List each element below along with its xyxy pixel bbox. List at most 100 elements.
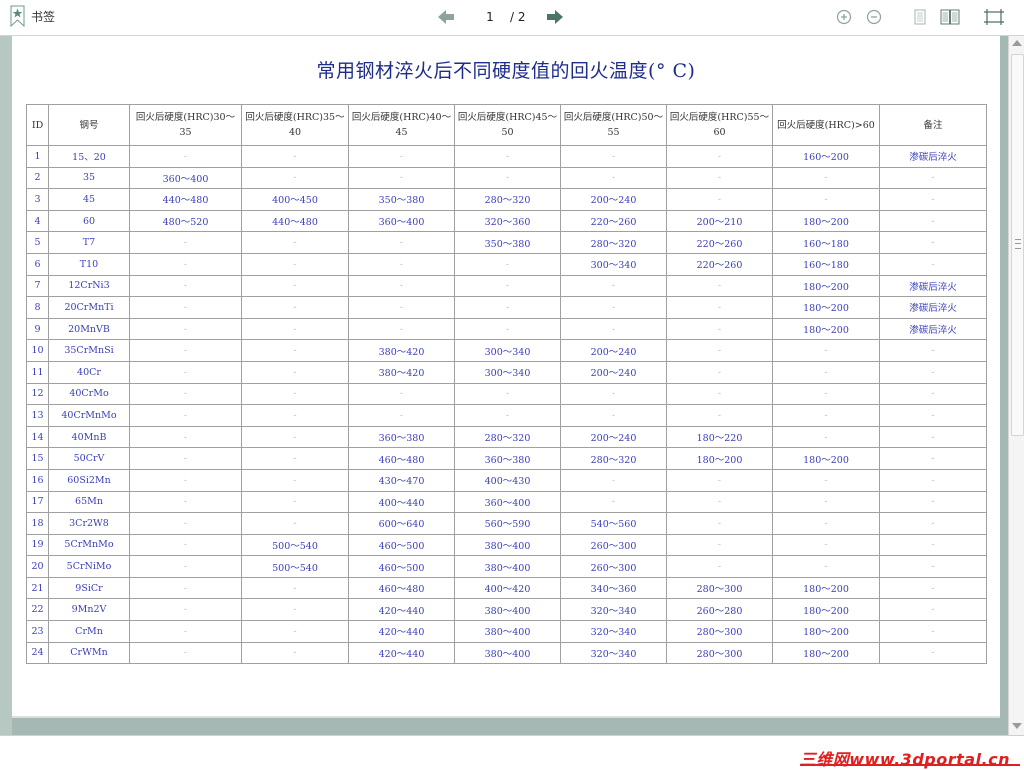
table-cell: 180～200 — [772, 641, 880, 665]
table-cell: - — [666, 360, 773, 384]
table-row: 18 3Cr2W8- -600～640 560～590 540～560- - - — [26, 512, 987, 535]
bookmarks-label[interactable]: 书签 — [31, 8, 55, 25]
table-cell: 420～440 — [348, 620, 455, 643]
table-cell: - — [560, 166, 667, 190]
table-cell: 180～200 — [772, 576, 880, 600]
table-cell: - — [560, 145, 667, 168]
table-cell: 280～320 — [454, 188, 561, 211]
table-cell: - — [129, 404, 242, 427]
table-cell: - — [241, 425, 349, 449]
table-cell: 14 — [26, 425, 49, 449]
table-cell: - — [772, 533, 880, 557]
fit-page-button[interactable] — [982, 8, 1006, 26]
zoom-out-icon — [866, 9, 882, 25]
table-cell: - — [879, 382, 987, 406]
table-cell: - — [241, 360, 349, 384]
table-row: 4 60 480～520 440～480 360～400 320～360 220～260 20… — [26, 209, 987, 233]
scrollbar-thumb[interactable] — [1011, 54, 1024, 436]
table-cell: - — [241, 447, 349, 470]
table-cell: 5CrMnMo — [48, 533, 130, 557]
table-row: 19 5CrMnMo -500～540 460～500 380～400 260～300- -… — [26, 533, 987, 557]
table-cell: - — [241, 598, 349, 622]
document-title: 常用钢材淬火后不同硬度值的回火温度(° C) — [316, 60, 696, 82]
table-cell: 300～340 — [454, 339, 561, 362]
table-cell: 9SiCr — [48, 576, 130, 600]
table-cell: - — [879, 252, 987, 276]
table-cell: - — [348, 317, 455, 341]
table-cell: 300～340 — [454, 360, 561, 384]
table-cell: - — [879, 404, 987, 427]
table-cell: 50CrV — [48, 447, 130, 470]
table-cell: 280～300 — [666, 576, 773, 600]
table-cell: - — [879, 447, 987, 470]
table-cell: - — [454, 252, 561, 276]
table-cell: 320～340 — [560, 598, 667, 622]
table-cell: - — [772, 360, 880, 384]
table-cell: 320～360 — [454, 209, 561, 233]
table-cell: - — [879, 166, 987, 190]
table-cell: 200～240 — [560, 339, 667, 362]
bookmarks-tab[interactable] — [10, 5, 25, 28]
table-cell: 460～480 — [348, 447, 455, 470]
table-row: 21 9SiCr - -460～480 400～420 340～360 280～300 180… — [26, 576, 987, 600]
table-cell: - — [560, 490, 667, 514]
table-cell: 430～470 — [348, 468, 455, 492]
table-cell: - — [879, 490, 987, 514]
previous-page-button[interactable] — [436, 8, 456, 26]
page-number-input[interactable]: 1 — [474, 10, 506, 26]
table-cell: - — [879, 209, 987, 233]
table-cell: 35 — [48, 166, 130, 190]
page-edge — [12, 716, 1000, 718]
tempering-temperature-table: ID 钢号 回火后硬度(HRC)30～35 回火后硬度(HRC)35～40 回火后硬度(… — [26, 104, 987, 665]
table-cell: 460～480 — [348, 576, 455, 600]
scroll-down-icon[interactable] — [1012, 723, 1022, 729]
table-cell: - — [879, 339, 987, 362]
table-cell: - — [454, 382, 561, 406]
table-cell: - — [454, 404, 561, 427]
table-row: 14 40MnB - -360～380 280～320 200～240 180～220- - — [26, 425, 987, 449]
table-cell: 12CrNi3 — [48, 274, 130, 298]
table-cell: - — [454, 317, 561, 341]
table-cell: CrWMn — [48, 641, 130, 665]
table-cell: - — [129, 231, 242, 254]
table-row: 3 45 440～480 400～450 350～380 280～320 200～240- -… — [26, 188, 987, 211]
table-cell: 260～280 — [666, 598, 773, 622]
table-cell: - — [879, 620, 987, 643]
table-cell: 180～220 — [666, 425, 773, 449]
watermark-underline — [800, 764, 1020, 766]
column-header: 备注 — [879, 104, 987, 146]
bookmark-icon — [10, 5, 25, 28]
table-cell: CrMn — [48, 620, 130, 643]
table-cell: - — [666, 512, 773, 535]
table-row: 11 40Cr - -380～420 300～340 200～240- - - — [26, 360, 987, 384]
two-page-view-button[interactable] — [939, 8, 961, 26]
table-cell: - — [666, 145, 773, 168]
next-page-button[interactable] — [545, 8, 565, 26]
table-cell: - — [772, 555, 880, 578]
table-cell: 220～260 — [560, 209, 667, 233]
zoom-in-button[interactable] — [834, 8, 854, 26]
table-row: 7 12CrNi3- - - - - -180～200 渗碳后淬火 — [26, 274, 987, 298]
table-cell: 180～200 — [772, 447, 880, 470]
zoom-out-button[interactable] — [864, 8, 884, 26]
table-cell: T10 — [48, 252, 130, 276]
document-viewer: 常用钢材淬火后不同硬度值的回火温度(° C) ID 钢号 回火后硬度(HRC)30～… — [0, 36, 1008, 735]
table-cell: - — [241, 404, 349, 427]
table-cell: 200～210 — [666, 209, 773, 233]
table-cell: 380～400 — [454, 598, 561, 622]
column-header: ID — [26, 104, 49, 146]
single-page-view-button[interactable] — [910, 8, 930, 26]
table-cell: 280～320 — [560, 231, 667, 254]
table-cell: 420～440 — [348, 641, 455, 665]
table-cell: - — [241, 620, 349, 643]
table-cell: - — [129, 576, 242, 600]
scroll-up-icon[interactable] — [1012, 40, 1022, 46]
column-header: 回火后硬度(HRC)40～45 — [348, 104, 455, 146]
table-cell: - — [454, 166, 561, 190]
vertical-scrollbar[interactable] — [1008, 36, 1024, 735]
table-cell: 3Cr2W8 — [48, 512, 130, 535]
table-cell: 200～240 — [560, 360, 667, 384]
table-cell: - — [129, 512, 242, 535]
document-page: 常用钢材淬火后不同硬度值的回火温度(° C) ID 钢号 回火后硬度(HRC)30～… — [12, 36, 1000, 716]
table-cell: - — [241, 512, 349, 535]
